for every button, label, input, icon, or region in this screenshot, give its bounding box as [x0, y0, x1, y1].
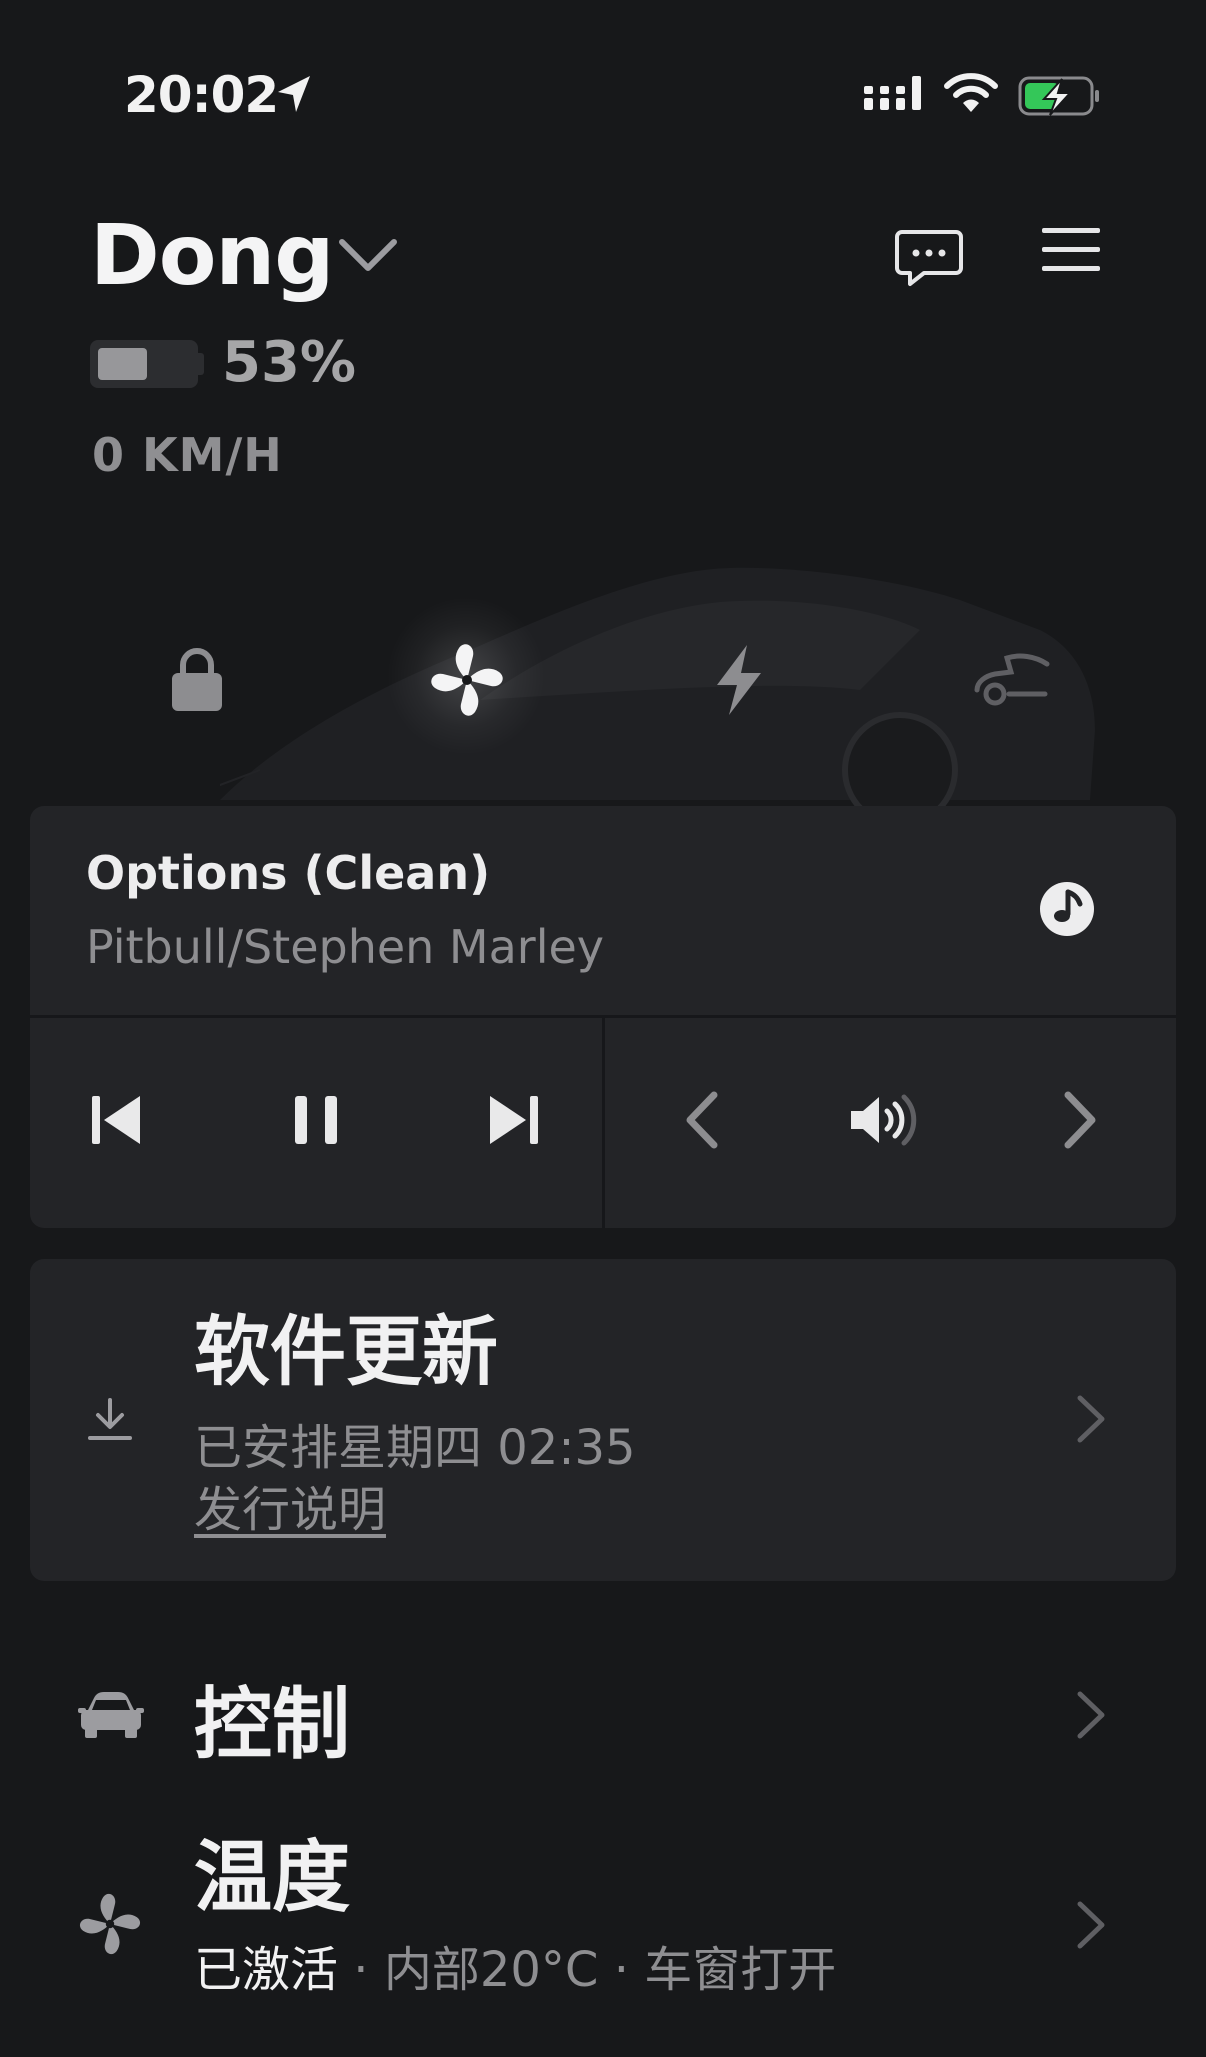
fan-icon — [431, 644, 503, 716]
track-title: Options (Clean) — [86, 846, 491, 900]
controls-title: 控制 — [194, 1680, 351, 1770]
chevron-right-icon — [1064, 1091, 1096, 1149]
next-track-button[interactable] — [474, 1080, 554, 1160]
climate-status-active: 已激活 — [194, 1942, 339, 1998]
vehicle-speed: 0 KM/H — [92, 428, 283, 482]
media-divider-vertical — [602, 1017, 605, 1228]
status-separator: · — [613, 1942, 629, 1998]
next-track-icon — [490, 1096, 538, 1144]
status-time: 20:02 — [124, 66, 279, 124]
volume-up-button[interactable] — [1040, 1080, 1120, 1160]
release-notes-link[interactable]: 发行说明 — [194, 1470, 386, 1540]
pause-icon — [295, 1096, 337, 1144]
climate-status-inside: 内部20°C — [383, 1942, 599, 1998]
chevron-left-icon — [686, 1091, 718, 1149]
charge-button[interactable] — [694, 640, 784, 720]
chevron-down-icon[interactable] — [338, 236, 398, 276]
lock-icon — [172, 648, 222, 711]
chevron-right-icon[interactable] — [1074, 1690, 1108, 1740]
chevron-right-icon[interactable] — [1074, 1900, 1108, 1950]
software-update-schedule: 已安排星期四 02:35 — [194, 1420, 636, 1476]
frunk-icon — [974, 653, 1050, 706]
climate-title: 温度 — [194, 1833, 351, 1923]
climate-status: 已激活 · 内部20°C · 车窗打开 — [194, 1930, 836, 2000]
wifi-icon — [944, 73, 998, 112]
software-update-title: 软件更新 — [194, 1307, 498, 1396]
volume-down-button[interactable] — [662, 1080, 742, 1160]
volume-icon — [851, 1094, 917, 1146]
track-artist: Pitbull/Stephen Marley — [86, 920, 605, 974]
location-arrow-icon — [278, 76, 310, 112]
frunk-button[interactable] — [966, 640, 1056, 720]
climate-button[interactable] — [422, 640, 512, 720]
battery-level-bar — [90, 340, 198, 388]
cellular-signal-icon — [864, 76, 921, 110]
music-source-icon[interactable] — [1038, 880, 1096, 938]
pause-button[interactable] — [276, 1080, 356, 1160]
previous-track-button[interactable] — [76, 1080, 156, 1160]
hamburger-menu-icon[interactable] — [1040, 224, 1102, 276]
charging-battery-icon — [1018, 76, 1099, 116]
volume-button[interactable] — [846, 1080, 926, 1160]
lock-button[interactable] — [152, 640, 242, 720]
fan-icon — [79, 1893, 141, 1955]
download-icon — [88, 1398, 132, 1440]
lightning-icon — [717, 645, 761, 715]
battery-level-fill — [98, 348, 147, 380]
climate-status-windows: 车窗打开 — [644, 1942, 837, 1998]
previous-track-icon — [92, 1096, 140, 1144]
car-icon — [78, 1692, 144, 1738]
chevron-right-icon[interactable] — [1074, 1394, 1108, 1444]
vehicle-name[interactable]: Dong — [90, 206, 334, 304]
chat-bubble-icon[interactable] — [894, 228, 964, 288]
status-separator: · — [353, 1942, 369, 1998]
battery-terminal — [198, 353, 204, 375]
battery-percent: 53% — [222, 330, 357, 395]
